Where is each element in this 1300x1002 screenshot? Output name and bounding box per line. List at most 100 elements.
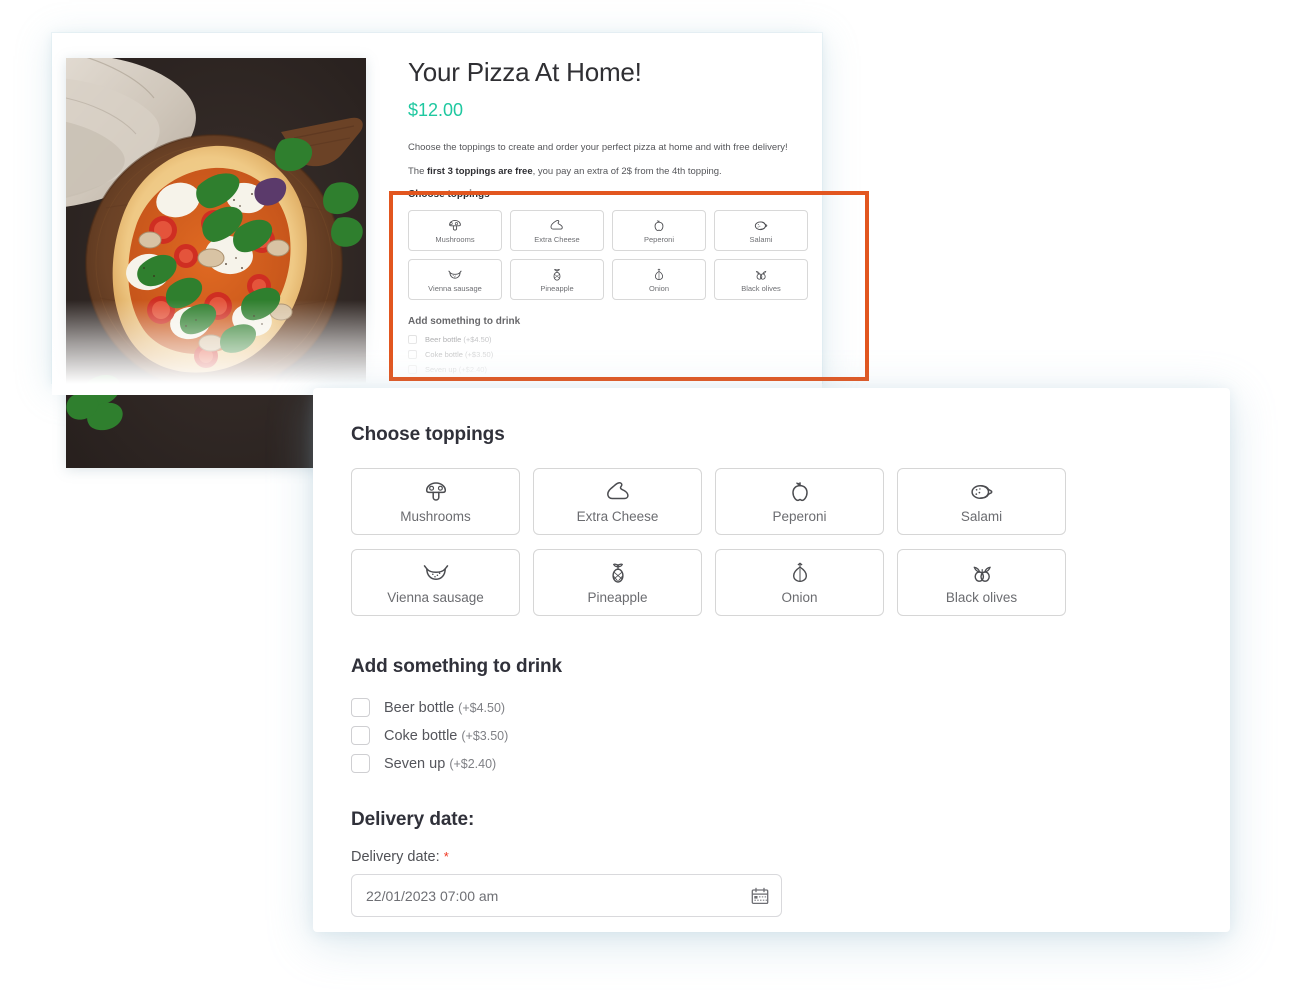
pepper-icon (650, 218, 668, 233)
bg-toppings-grid: Mushrooms Extra Cheese Peperoni Salami V… (408, 210, 808, 301)
toppings-heading: Choose toppings (351, 424, 505, 445)
delivery-date-input[interactable] (352, 875, 781, 916)
delivery-date-field-label: Delivery date: * (351, 849, 1190, 865)
topping-extra-cheese[interactable]: Extra Cheese (533, 468, 702, 535)
drink-price: (+$2.40) (458, 365, 487, 375)
topping-label: Peperoni (772, 509, 827, 525)
delivery-date-heading: Delivery date: (351, 809, 475, 830)
drink-name: Beer bottle (384, 699, 455, 716)
bg-drinks-heading: Add something to drink (408, 316, 521, 328)
drink-name: Seven up (425, 365, 457, 375)
topping-label: Pineapple (587, 590, 648, 606)
bg-drink-coke[interactable]: Coke bottle (+$3.50) (408, 350, 808, 360)
checkbox-icon[interactable] (351, 698, 370, 717)
bg-topping-vienna-sausage[interactable]: Vienna sausage (408, 259, 502, 301)
bg-topping-label: Salami (749, 234, 773, 244)
bg-topping-label: Peperoni (643, 234, 675, 244)
salami-icon (967, 479, 997, 505)
drink-option-beer-bottle[interactable]: Beer bottle (+$4.50) (351, 698, 1190, 717)
drink-price: (+$3.50) (465, 350, 494, 360)
product-description-2: The first 3 toppings are free, you pay a… (408, 165, 808, 179)
mushroom-icon (421, 479, 451, 505)
bg-topping-salami[interactable]: Salami (714, 210, 808, 252)
topping-peperoni[interactable]: Peperoni (715, 468, 884, 535)
drink-name: Beer bottle (425, 335, 462, 345)
olives-icon (967, 560, 997, 586)
drinks-list: Beer bottle (+$4.50) Coke bottle (+$3.50… (351, 698, 1190, 773)
topping-label: Extra Cheese (576, 509, 659, 525)
mushroom-icon (446, 218, 464, 233)
product-price: $12.00 (408, 99, 464, 120)
toppings-grid: Mushrooms Extra Cheese Peperoni Salami V… (351, 468, 1190, 616)
bg-topping-label: Vienna sausage (428, 283, 482, 293)
drink-price: (+$4.50) (458, 700, 506, 715)
onion-icon (650, 267, 668, 282)
topping-onion[interactable]: Onion (715, 549, 884, 616)
cheese-icon (548, 218, 566, 233)
topping-label: Onion (781, 590, 818, 606)
pepper-icon (785, 479, 815, 505)
checkbox-icon[interactable] (408, 350, 417, 360)
drink-option-label: Beer bottle (+$4.50) (384, 700, 505, 716)
product-description-1: Choose the toppings to create and order … (408, 141, 788, 153)
bg-drink-seven-up[interactable]: Seven up (+$2.40) (408, 365, 808, 375)
bg-topping-onion[interactable]: Onion (612, 259, 706, 301)
checkbox-icon[interactable] (408, 335, 417, 345)
topping-label: Black olives (945, 590, 1018, 606)
drink-option-label: Seven up (+$2.40) (384, 756, 496, 772)
topping-vienna-sausage[interactable]: Vienna sausage (351, 549, 520, 616)
cheese-icon (603, 479, 633, 505)
sausage-icon (446, 267, 464, 282)
drink-option-seven-up[interactable]: Seven up (+$2.40) (351, 754, 1190, 773)
bg-topping-extra-cheese[interactable]: Extra Cheese (510, 210, 604, 252)
pineapple-icon (603, 560, 633, 586)
pineapple-icon (548, 267, 566, 282)
checkbox-icon[interactable] (408, 365, 417, 375)
drink-name: Coke bottle (425, 350, 463, 360)
drink-price: (+$3.50) (461, 728, 509, 743)
drink-price: (+$2.40) (449, 756, 497, 771)
topping-label: Salami (960, 509, 1003, 525)
topping-mushrooms[interactable]: Mushrooms (351, 468, 520, 535)
app-root: Your Pizza At Home! $12.00 Choose the to… (0, 0, 1300, 1002)
field-label-text: Delivery date: (351, 849, 440, 865)
olives-icon (752, 267, 770, 282)
bg-topping-label: Extra Cheese (534, 234, 580, 244)
drinks-heading: Add something to drink (351, 656, 563, 677)
toppings-modal-card: Choose toppings Mushrooms Extra Cheese P… (313, 388, 1230, 932)
description-prefix: The (408, 166, 428, 178)
drink-name: Coke bottle (384, 727, 458, 744)
product-title: Your Pizza At Home! (408, 57, 642, 87)
topping-black-olives[interactable]: Black olives (897, 549, 1066, 616)
required-marker: * (443, 849, 449, 864)
salami-icon (752, 218, 770, 233)
bg-topping-label: Onion (648, 283, 669, 293)
calendar-icon[interactable] (750, 886, 770, 906)
bg-drink-beer[interactable]: Beer bottle (+$4.50) (408, 335, 808, 345)
topping-label: Vienna sausage (387, 590, 484, 606)
topping-label: Mushrooms (400, 509, 471, 525)
product-details-panel: Your Pizza At Home! $12.00 Choose the to… (408, 57, 808, 380)
bg-topping-label: Mushrooms (435, 234, 475, 244)
checkbox-icon[interactable] (351, 754, 370, 773)
topping-salami[interactable]: Salami (897, 468, 1066, 535)
bg-topping-mushrooms[interactable]: Mushrooms (408, 210, 502, 252)
bg-drink-label: Coke bottle (+$3.50) (425, 350, 493, 359)
bg-topping-black-olives[interactable]: Black olives (714, 259, 808, 301)
bg-topping-label: Black olives (741, 283, 781, 293)
bg-toppings-heading: Choose toppings (408, 189, 490, 201)
bg-topping-peperoni[interactable]: Peperoni (612, 210, 706, 252)
description-strong: first 3 toppings are free (427, 166, 533, 178)
description-suffix: , you pay an extra of 2$ from the 4th to… (532, 166, 722, 178)
drink-option-coke-bottle[interactable]: Coke bottle (+$3.50) (351, 726, 1190, 745)
topping-pineapple[interactable]: Pineapple (533, 549, 702, 616)
checkbox-icon[interactable] (351, 726, 370, 745)
drink-option-label: Coke bottle (+$3.50) (384, 728, 508, 744)
bg-drink-label: Beer bottle (+$4.50) (425, 335, 492, 344)
drink-name: Seven up (384, 755, 446, 772)
sausage-icon (421, 560, 451, 586)
bg-topping-label: Pineapple (540, 283, 574, 293)
delivery-date-input-wrapper[interactable] (351, 874, 782, 917)
bg-drink-label: Seven up (+$2.40) (425, 365, 487, 374)
bg-topping-pineapple[interactable]: Pineapple (510, 259, 604, 301)
